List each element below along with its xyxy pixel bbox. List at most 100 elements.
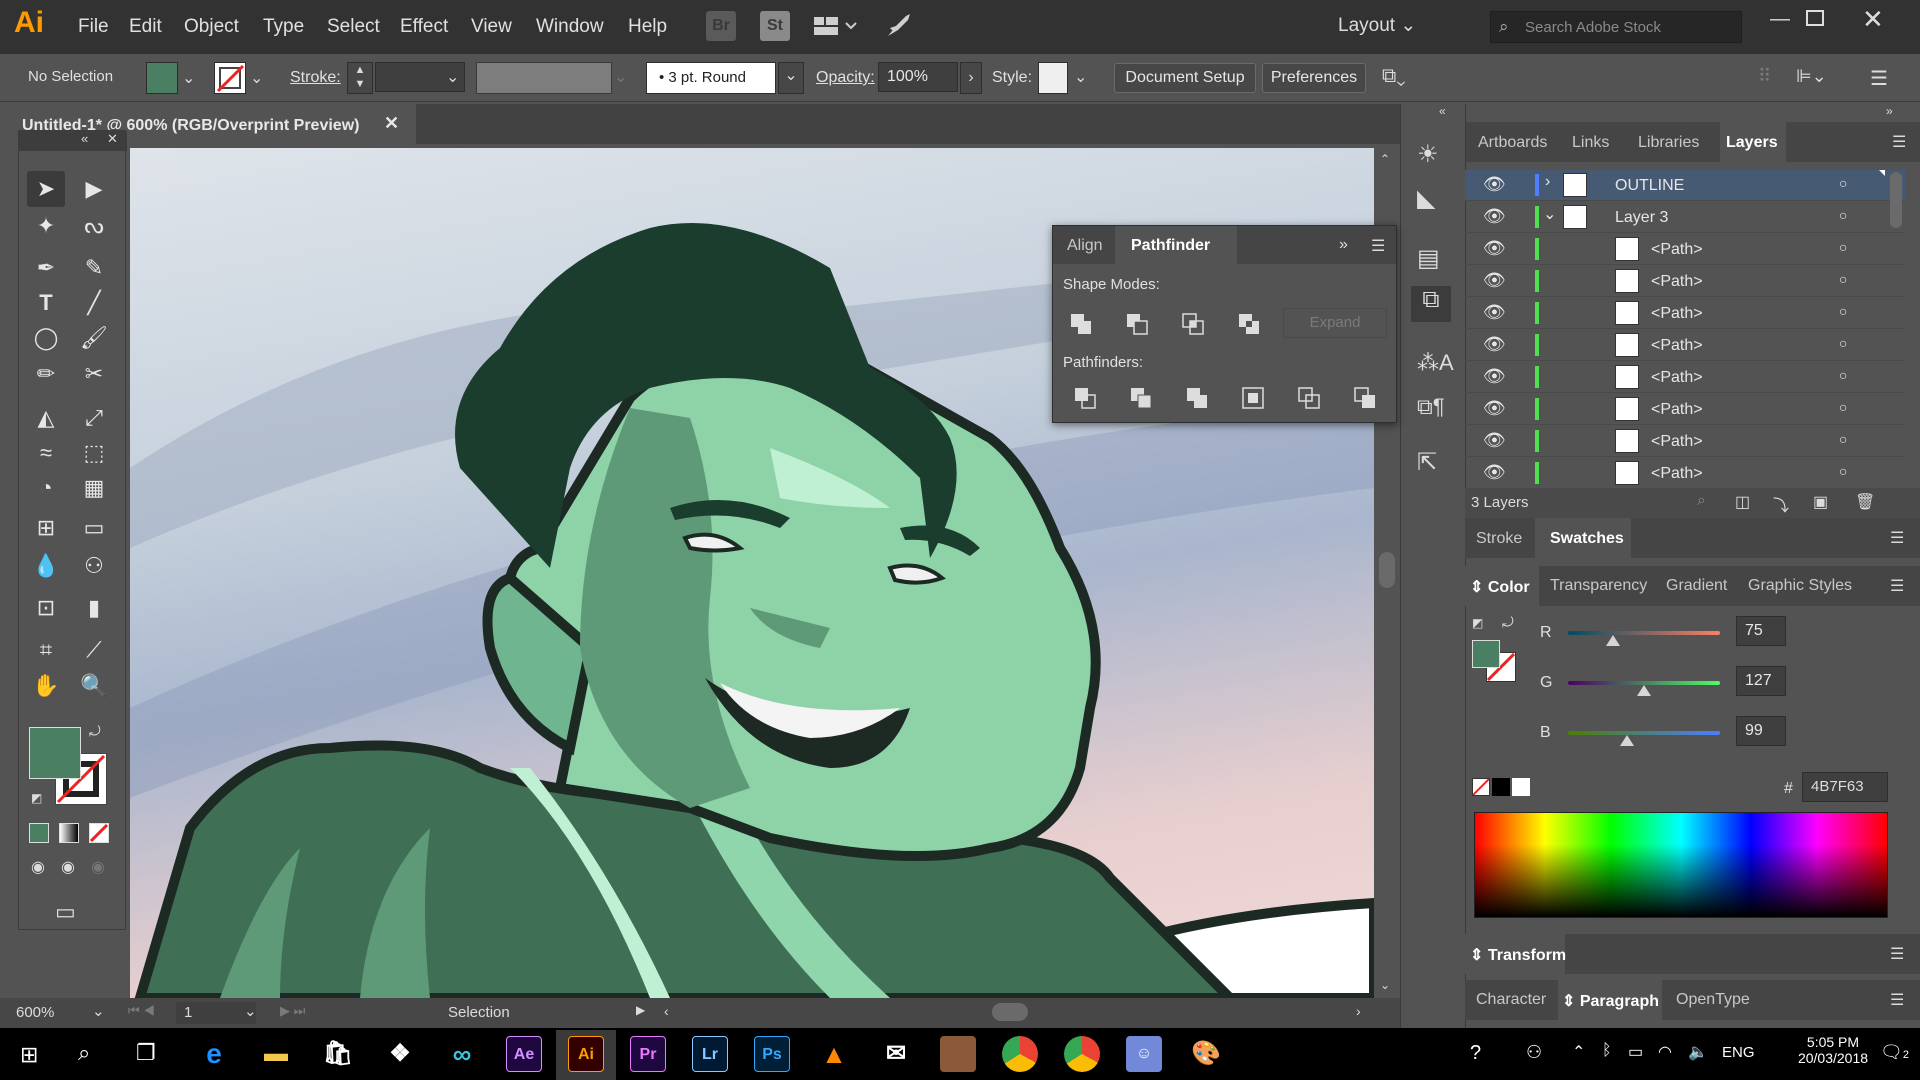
path-name[interactable]: <Path> [1651, 305, 1703, 323]
merge-icon[interactable] [1185, 386, 1209, 410]
brushes-panel-icon[interactable]: ◣ [1417, 184, 1435, 213]
swatches-menu-icon[interactable]: ☰ [1890, 528, 1904, 548]
width-tool-icon[interactable]: ≈ [29, 436, 63, 470]
volume-icon[interactable]: 🔈 [1688, 1042, 1708, 1062]
pathfinder-panel-icon[interactable]: ⧉ [1411, 286, 1451, 322]
none-swatch[interactable] [1472, 778, 1490, 796]
visibility-eye-icon[interactable]: 👁 [1483, 238, 1506, 259]
arrange-documents-icon[interactable] [812, 14, 858, 38]
lightroom-icon[interactable]: Lr [692, 1036, 728, 1072]
graph-tool-icon[interactable]: ▮ [77, 591, 111, 625]
vertical-scroll-thumb[interactable] [1379, 552, 1395, 588]
blue-slider-track[interactable] [1568, 731, 1720, 735]
appearance-panel-icon[interactable]: ☀ [1417, 140, 1439, 169]
style-dropdown-icon[interactable]: ⌄ [1074, 67, 1087, 87]
visibility-eye-icon[interactable]: 👁 [1483, 398, 1506, 419]
character-styles-icon[interactable]: ⁂A [1417, 350, 1454, 376]
crop-icon[interactable] [1241, 386, 1265, 410]
target-circle-icon[interactable]: ○ [1839, 175, 1847, 191]
path-name[interactable]: <Path> [1651, 337, 1703, 355]
magic-wand-icon[interactable]: ✦ [29, 209, 63, 243]
fill-swatch[interactable] [146, 62, 178, 94]
tab-layers[interactable]: Layers [1726, 134, 1778, 152]
scale-tool-icon[interactable]: ⤢ [77, 401, 111, 435]
path-name[interactable]: <Path> [1651, 433, 1703, 451]
path-row[interactable]: 👁 <Path> ○ [1465, 266, 1905, 297]
tools-panel-header[interactable]: « ✕ [19, 131, 127, 151]
pen-tool-icon[interactable]: ✒ [29, 251, 63, 285]
default-fill-stroke-icon[interactable]: ◩ [1472, 616, 1483, 630]
graphic-style-swatch[interactable] [1038, 62, 1068, 94]
edge-icon[interactable]: e [196, 1036, 232, 1072]
bluetooth-icon[interactable]: ᛒ [1602, 1042, 1612, 1060]
free-transform-icon[interactable]: ⬚ [77, 436, 111, 470]
menu-file[interactable]: File [78, 16, 109, 38]
gradient-mode-icon[interactable] [59, 823, 79, 843]
visibility-eye-icon[interactable]: 👁 [1483, 270, 1506, 291]
hex-value-field[interactable]: 4B7F63 [1802, 772, 1888, 802]
color-panel-fill-swatch[interactable] [1472, 640, 1500, 668]
tab-pathfinder[interactable]: Pathfinder [1131, 237, 1210, 255]
swap-fill-stroke-icon[interactable]: ⤾ [89, 723, 101, 740]
panel-menu-icon[interactable]: ☰ [1371, 236, 1385, 256]
scissors-icon[interactable]: ✂ [77, 357, 111, 391]
draw-behind-icon[interactable]: ◉ [61, 857, 75, 877]
stroke-dropdown-icon[interactable]: ⌄ [250, 68, 263, 88]
path-row[interactable]: 👁 <Path> ○ [1465, 330, 1905, 361]
fill-dropdown-icon[interactable]: ⌄ [182, 68, 195, 88]
minus-back-icon[interactable] [1353, 386, 1377, 410]
hand-tool-icon[interactable]: ✋ [29, 669, 63, 703]
search-icon[interactable]: ⌕ [78, 1040, 90, 1066]
target-circle-icon[interactable]: ○ [1839, 207, 1847, 223]
task-view-icon[interactable]: ❐ [136, 1040, 156, 1066]
artboard-tool-icon[interactable]: ⌗ [29, 633, 63, 667]
perspective-grid-icon[interactable]: ▦ [77, 471, 111, 505]
stroke-weight-stepper[interactable]: ▲ ▼ [347, 62, 373, 94]
tab-links[interactable]: Links [1572, 134, 1609, 152]
file-explorer-icon[interactable]: ▬ [258, 1036, 294, 1072]
menu-object[interactable]: Object [184, 16, 239, 38]
tab-align[interactable]: Align [1067, 237, 1103, 255]
none-mode-icon[interactable] [89, 823, 109, 843]
white-swatch[interactable] [1512, 778, 1530, 796]
menu-type[interactable]: Type [263, 16, 304, 38]
clipping-mask-icon[interactable]: ◫ [1735, 492, 1750, 512]
close-panel-icon[interactable]: ✕ [107, 131, 118, 147]
shaper-tool-icon[interactable]: ✏ [29, 357, 63, 391]
path-row[interactable]: 👁 <Path> ○ [1465, 362, 1905, 393]
target-circle-icon[interactable]: ○ [1839, 399, 1847, 415]
red-slider-track[interactable] [1568, 631, 1720, 635]
visibility-eye-icon[interactable]: 👁 [1483, 174, 1506, 195]
lasso-icon[interactable]: ᔓ [77, 209, 111, 243]
artboard-dropdown-icon[interactable]: ⌄ [244, 1002, 257, 1020]
opacity-arrow-icon[interactable]: › [960, 62, 982, 94]
scroll-down-icon[interactable]: ⌄ [1380, 978, 1390, 992]
status-menu-icon[interactable]: ▶ [636, 1003, 645, 1017]
bridge-badge[interactable]: Br [706, 11, 736, 41]
opacity-label[interactable]: Opacity: [816, 69, 875, 87]
menu-edit[interactable]: Edit [129, 16, 162, 38]
photoshop-icon[interactable]: Ps [754, 1036, 790, 1072]
target-circle-icon[interactable]: ○ [1839, 271, 1847, 287]
curvature-tool-icon[interactable]: ✎ [77, 251, 111, 285]
align-panel-icon[interactable]: ▤ [1417, 244, 1440, 273]
path-row[interactable]: 👁 <Path> ○ [1465, 458, 1905, 489]
type-tool-icon[interactable]: T [29, 286, 63, 320]
store-icon[interactable]: 🛍 [320, 1036, 356, 1072]
collapse-panel-icon[interactable]: » [1339, 236, 1348, 254]
divide-icon[interactable] [1073, 386, 1097, 410]
visibility-eye-icon[interactable]: 👁 [1483, 430, 1506, 451]
path-row[interactable]: 👁 <Path> ○ [1465, 394, 1905, 425]
path-row[interactable]: 👁 <Path> ○ [1465, 426, 1905, 457]
paintbrush-icon[interactable]: 🖌 [77, 321, 111, 355]
new-layer-icon[interactable]: ▣ [1813, 492, 1828, 512]
black-swatch[interactable] [1492, 778, 1510, 796]
shape-builder-icon[interactable]: ◔ [29, 471, 63, 505]
brush-dropdown-icon[interactable]: ⌄ [778, 62, 804, 94]
color-menu-icon[interactable]: ☰ [1890, 576, 1904, 596]
color-mode-icon[interactable] [29, 823, 49, 843]
gradient-tool-icon[interactable]: ▭ [77, 511, 111, 545]
opacity-field[interactable]: 100% [878, 62, 958, 92]
chevron-down-icon[interactable]: ⌄ [1543, 204, 1556, 224]
visibility-eye-icon[interactable]: 👁 [1483, 334, 1506, 355]
